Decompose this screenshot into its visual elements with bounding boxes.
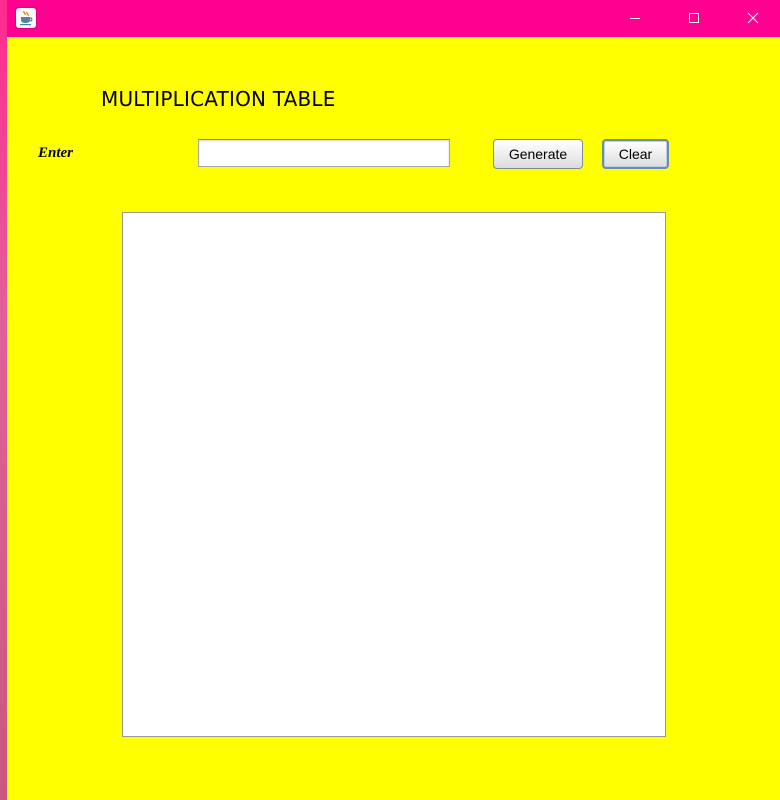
enter-label: Enter [38,145,74,161]
generate-button[interactable]: Generate [493,139,583,169]
clear-button[interactable]: Clear [602,139,669,169]
maximize-button[interactable] [671,0,717,37]
minimize-button[interactable] [612,0,658,37]
main-panel: MULTIPLICATION TABLE Enter Generate Clea… [7,37,780,800]
desktop-background [0,0,7,800]
number-input[interactable] [198,139,450,167]
minimize-icon [630,18,640,19]
title-bar[interactable] [7,0,780,37]
close-button[interactable] [730,0,776,37]
app-window: MULTIPLICATION TABLE Enter Generate Clea… [7,0,780,800]
page-title: MULTIPLICATION TABLE [101,87,336,111]
java-coffee-cup-icon[interactable] [16,8,36,28]
maximize-icon [689,13,699,23]
close-icon [747,12,759,24]
output-text-area[interactable] [122,212,666,737]
